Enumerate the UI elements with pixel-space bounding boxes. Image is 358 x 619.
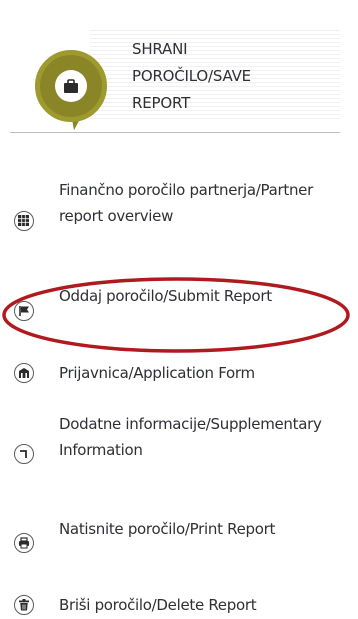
report-actions-panel: SHRANI POROČILO/SAVE REPORT Finančno por… [0,0,358,619]
flag-icon [14,301,34,321]
menu-item-label: Prijavnica/Application Form [59,364,255,382]
menu-item-submit-report[interactable]: Oddaj poročilo/Submit Report [14,283,334,339]
briefcase-icon [55,70,87,102]
save-label-line3: REPORT [132,94,191,112]
building-icon [14,363,34,383]
menu-item-label: Dodatne informacije/Supplementary Inform… [59,415,322,459]
menu-item-partner-report-overview[interactable]: Finančno poročilo partnerja/Partner repo… [14,177,334,261]
return-arrow-icon [14,444,34,464]
trash-icon [14,595,34,615]
menu-item-label: Oddaj poročilo/Submit Report [59,287,272,305]
menu-item-application-form[interactable]: Prijavnica/Application Form [14,360,334,388]
grid-icon [14,211,34,231]
menu-item-delete-report[interactable]: Briši poročilo/Delete Report [14,592,334,619]
menu-item-supplementary-information[interactable]: Dodatne informacije/Supplementary Inform… [14,411,334,493]
save-report-button[interactable]: SHRANI POROČILO/SAVE REPORT [10,22,340,133]
menu-item-print-report[interactable]: Natisnite poročilo/Print Report [14,516,334,572]
menu-item-label: Briši poročilo/Delete Report [59,596,257,614]
printer-icon [14,533,34,553]
menu-item-label: Natisnite poročilo/Print Report [59,520,276,538]
menu-item-label: Finančno poročilo partnerja/Partner repo… [59,181,313,225]
save-label-line2: POROČILO/SAVE [132,67,251,85]
save-report-label: SHRANI POROČILO/SAVE REPORT [132,36,332,117]
save-label-line1: SHRANI [132,40,188,58]
